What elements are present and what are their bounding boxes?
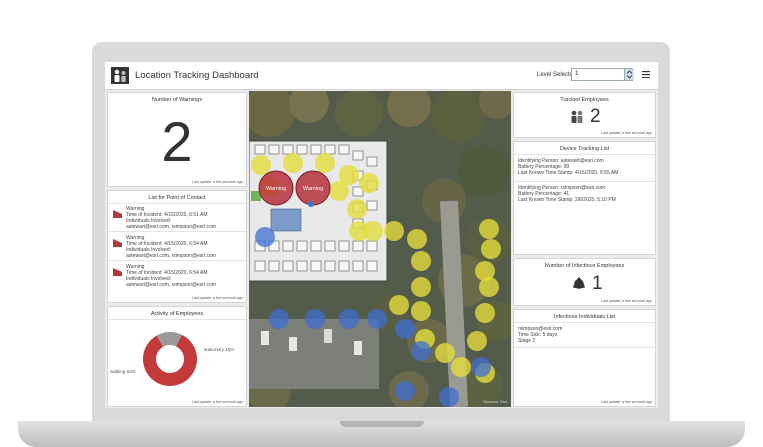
- map-warning-marker[interactable]: Warning: [258, 170, 294, 206]
- device-title: Device Tracking List: [559, 146, 610, 152]
- warning-flag-icon: [113, 210, 122, 218]
- warnings-panel: Number of Warnings 2 Last update: a few …: [107, 92, 247, 187]
- infected-list-updated: Last update: a few seconds ago: [601, 400, 652, 404]
- map-blue-marker[interactable]: [367, 309, 387, 329]
- tracked-panel: Tracked Employees 2 Last update: a few s…: [513, 92, 656, 138]
- map-canvas[interactable]: Warning Warning Sources: Esri: [249, 91, 511, 407]
- map-blue-marker[interactable]: [339, 309, 359, 329]
- activity-panel: Activity of Employees walking 83% station…: [107, 306, 247, 407]
- map-yellow-marker[interactable]: [359, 173, 379, 193]
- infected-list-title: Infectious Individuals List: [553, 314, 616, 320]
- infectious-title: Number of Infectious Employees: [544, 263, 625, 269]
- warnings-title: Number of Warnings: [151, 97, 203, 103]
- infected-item-text[interactable]: rsimpson@esri.com Time Sick: 5 days Stag…: [518, 326, 562, 344]
- tracked-updated: Last update: a few seconds ago: [601, 131, 652, 135]
- map-view[interactable]: Warning Warning Sources: Esri: [249, 91, 511, 407]
- activity-title: Activity of Employees: [150, 311, 204, 317]
- map-blue-marker[interactable]: [305, 309, 325, 329]
- contacts-panel: List for Point of Contact Warning Time o…: [107, 190, 247, 303]
- hamburger-menu-icon[interactable]: [642, 71, 650, 78]
- map-blue-marker[interactable]: [395, 319, 415, 339]
- level-stepper-icon[interactable]: [624, 69, 634, 80]
- map-yellow-marker[interactable]: [411, 301, 431, 321]
- map-yellow-marker[interactable]: [283, 153, 303, 173]
- map-yellow-marker[interactable]: [479, 219, 499, 239]
- contacts-updated: Last update: a few seconds ago: [192, 296, 243, 300]
- map-blue-marker[interactable]: [395, 381, 415, 401]
- map-warning-label: Warning: [303, 186, 323, 192]
- contact-item-text: Warning Time of Incident: 4/15/2020, 6:5…: [126, 264, 216, 288]
- map-yellow-marker[interactable]: [389, 295, 409, 315]
- map-yellow-marker[interactable]: [411, 251, 431, 271]
- map-warning-label: Warning: [266, 186, 286, 192]
- people-logo-icon: [111, 67, 129, 84]
- tracked-title: Tracked Employees: [560, 97, 609, 103]
- donut-slice-label: stationary 15%: [204, 347, 234, 352]
- header-bar: Location Tracking Dashboard Level Select…: [105, 62, 658, 90]
- map-attribution: Sources: Esri: [483, 399, 507, 404]
- map-yellow-marker[interactable]: [251, 155, 271, 175]
- map-yellow-marker[interactable]: [329, 181, 349, 201]
- map-yellow-marker[interactable]: [315, 153, 335, 173]
- recycle-icon: [572, 277, 586, 289]
- infectious-updated: Last update: a few seconds ago: [601, 299, 652, 303]
- activity-donut-chart: walking 83% stationary 15%: [110, 332, 234, 386]
- map-yellow-marker[interactable]: [349, 221, 369, 241]
- donut-slice-label: walking 83%: [110, 369, 136, 374]
- contact-item-text: Warning Time of Incident: 4/15/2020, 6:5…: [126, 206, 216, 230]
- device-item-text[interactable]: Identifying Person: astewart@esri.com Ba…: [518, 158, 618, 176]
- map-yellow-marker[interactable]: [407, 229, 427, 249]
- dashboard-screen: Location Tracking Dashboard Level Select…: [105, 62, 658, 408]
- map-yellow-marker[interactable]: [435, 343, 455, 363]
- infected-list-panel: Infectious Individuals List rsimpson@esr…: [513, 309, 656, 407]
- activity-updated: Last update: a few seconds ago: [192, 400, 243, 404]
- map-blue-marker[interactable]: [471, 357, 491, 377]
- infectious-count: 1: [592, 273, 603, 294]
- device-panel: Device Tracking List Identifying Person:…: [513, 141, 656, 255]
- app-title: Location Tracking Dashboard: [135, 70, 259, 81]
- map-yellow-marker[interactable]: [384, 221, 404, 241]
- contact-item-text: Warning Time of Incident: 4/15/2020, 6:5…: [126, 235, 216, 259]
- map-yellow-marker[interactable]: [467, 331, 487, 351]
- map-yellow-marker[interactable]: [475, 303, 495, 323]
- map-blue-marker[interactable]: [255, 227, 275, 247]
- map-yellow-marker[interactable]: [451, 357, 471, 377]
- warning-flag-icon: [113, 268, 122, 276]
- warning-flag-icon: [113, 239, 122, 247]
- laptop-notch: [340, 421, 424, 427]
- map-blue-marker[interactable]: [269, 309, 289, 329]
- map-yellow-marker[interactable]: [347, 199, 367, 219]
- map-yellow-marker[interactable]: [481, 239, 501, 259]
- map-yellow-marker[interactable]: [411, 277, 431, 297]
- device-item-text[interactable]: Identifying Person: rsimpson@esri.com Ba…: [518, 185, 616, 203]
- employees-icon: [571, 110, 583, 123]
- warnings-count: 2: [161, 110, 193, 173]
- level-selector-label: Level Selector: [537, 72, 576, 78]
- map-yellow-marker[interactable]: [479, 277, 499, 297]
- map-warning-marker[interactable]: Warning: [295, 170, 331, 206]
- warnings-updated: Last update: a few seconds ago: [192, 180, 243, 184]
- map-blue-marker[interactable]: [439, 387, 459, 407]
- contacts-title: List for Point of Contact: [148, 195, 206, 201]
- infectious-panel: Number of Infectious Employees 1 Last up…: [513, 258, 656, 306]
- map-blue-marker[interactable]: [411, 341, 431, 361]
- tracked-count: 2: [590, 106, 601, 127]
